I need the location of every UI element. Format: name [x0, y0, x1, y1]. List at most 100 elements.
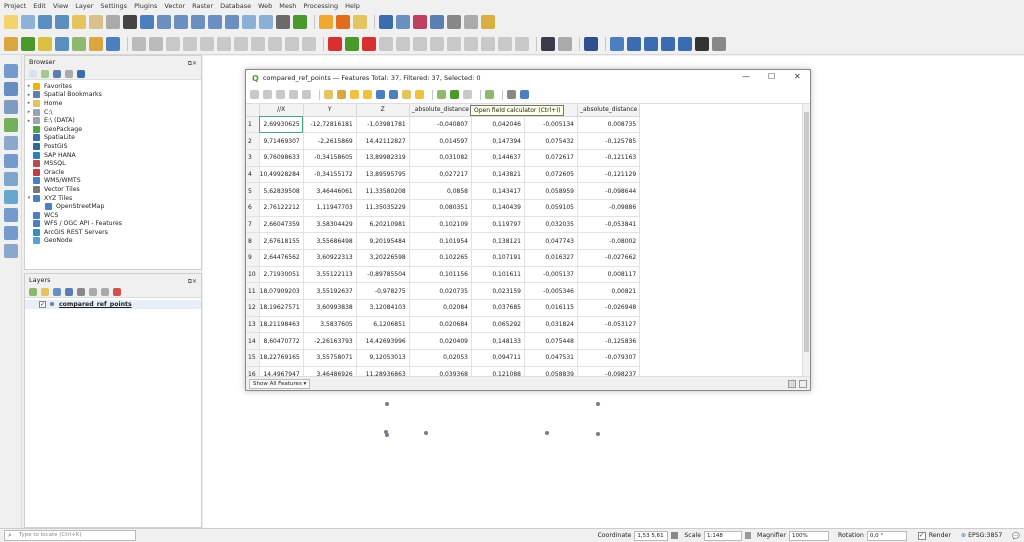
- table-cell[interactable]: 0,058959: [524, 182, 578, 200]
- menu-item[interactable]: Raster: [192, 2, 213, 10]
- table-cell[interactable]: 0,014597: [409, 132, 472, 150]
- add-layer-icon[interactable]: [4, 64, 18, 78]
- table-cell[interactable]: 0,042046: [471, 116, 525, 134]
- table-toolbar-icon[interactable]: [376, 90, 385, 99]
- messages-icon[interactable]: 💬: [1012, 532, 1020, 540]
- panel-close-icon[interactable]: ⧉✕: [188, 58, 197, 70]
- table-cell[interactable]: -0,005346: [524, 282, 578, 301]
- table-cell[interactable]: -12,72816181: [303, 116, 357, 134]
- table-cell[interactable]: 11,28936863: [356, 366, 410, 376]
- toolbar-button-icon[interactable]: [396, 15, 410, 29]
- table-toolbar-icon[interactable]: [402, 90, 411, 99]
- table-toolbar-icon[interactable]: [450, 90, 459, 99]
- table-cell[interactable]: 18,21198463: [259, 316, 304, 334]
- browser-item[interactable]: ▸ E:\ (DATA): [25, 116, 201, 125]
- table-cell[interactable]: 9,71469307: [259, 132, 304, 150]
- toolbar-button-icon[interactable]: [447, 36, 461, 51]
- table-cell[interactable]: -0,053127: [577, 316, 641, 334]
- toolbar-button-icon[interactable]: [447, 15, 461, 29]
- table-row[interactable]: 11 18,07909203 3,55192637 -0,978275 0,020735…: [246, 282, 641, 301]
- toolbar-button-icon[interactable]: [106, 36, 120, 51]
- toolbar-button-icon[interactable]: [38, 36, 52, 51]
- row-number[interactable]: 15: [246, 349, 260, 367]
- toolbar-button-icon[interactable]: [89, 36, 103, 51]
- table-cell[interactable]: -0,34158605: [303, 149, 357, 167]
- table-toolbar-icon[interactable]: [324, 90, 333, 99]
- table-cell[interactable]: 0,00821: [577, 282, 641, 301]
- table-cell[interactable]: 0,039368: [409, 366, 472, 376]
- expression-icon[interactable]: [77, 287, 85, 296]
- table-cell[interactable]: 3,5837605: [303, 316, 357, 334]
- table-cell[interactable]: 0,107191: [471, 249, 525, 267]
- locator-search-input[interactable]: Type to locate (Ctrl+K): [4, 530, 136, 541]
- table-cell[interactable]: 0,101611: [471, 266, 525, 284]
- toolbar-button-icon[interactable]: [464, 15, 478, 29]
- table-view-icon[interactable]: [788, 380, 796, 388]
- table-toolbar-icon[interactable]: [463, 90, 472, 99]
- table-toolbar-icon[interactable]: [263, 90, 272, 99]
- vertical-scrollbar[interactable]: [802, 104, 810, 376]
- table-row[interactable]: 14 8,60470772 -2,26163793 14,42693996 0,0204…: [246, 332, 641, 351]
- table-cell[interactable]: 0,037685: [471, 299, 525, 317]
- table-cell[interactable]: 0,008735: [577, 116, 641, 134]
- table-toolbar-icon[interactable]: [350, 90, 359, 99]
- table-cell[interactable]: 3,20226598: [356, 249, 410, 267]
- row-number[interactable]: 16: [246, 366, 260, 376]
- add-layer-icon[interactable]: [4, 244, 18, 258]
- table-cell[interactable]: 0,016327: [524, 249, 578, 267]
- toggle-extents-icon[interactable]: [671, 532, 679, 539]
- lock-scale-icon[interactable]: [745, 532, 752, 539]
- toolbar-button-icon[interactable]: [610, 36, 624, 51]
- table-cell[interactable]: 3,55192637: [303, 282, 357, 301]
- info-icon[interactable]: [77, 69, 85, 78]
- table-row[interactable]: 6 2,76122212 1,11947703 11,35035229 0,080351…: [246, 199, 641, 217]
- toolbar-button-icon[interactable]: [319, 15, 333, 29]
- table-cell[interactable]: 0,080351: [409, 199, 472, 217]
- toolbar-button-icon[interactable]: [4, 36, 18, 51]
- toolbar-button-icon[interactable]: [268, 36, 282, 51]
- toolbar-button-icon[interactable]: [191, 15, 205, 29]
- table-cell[interactable]: -1,03981781: [356, 116, 410, 134]
- toolbar-button-icon[interactable]: [661, 36, 675, 51]
- table-cell[interactable]: 0,016115: [524, 299, 578, 317]
- toolbar-button-icon[interactable]: [55, 36, 69, 51]
- browser-item[interactable]: ArcGIS REST Servers: [25, 228, 201, 237]
- browser-item[interactable]: OpenStreetMap: [25, 202, 201, 211]
- table-cell[interactable]: 10,49928284: [259, 166, 304, 184]
- row-number[interactable]: 11: [246, 282, 260, 301]
- toolbar-button-icon[interactable]: [498, 36, 512, 51]
- column-header[interactable]: _absolute_distance: [409, 104, 472, 117]
- browser-item[interactable]: Oracle: [25, 168, 201, 177]
- minimize-icon[interactable]: —: [742, 72, 750, 81]
- toolbar-button-icon[interactable]: [396, 36, 410, 51]
- table-cell[interactable]: 0,02084: [409, 299, 472, 317]
- expand-arrow-icon[interactable]: ▸: [25, 83, 33, 89]
- table-cell[interactable]: 0,059105: [524, 199, 578, 217]
- menu-item[interactable]: Database: [220, 2, 251, 10]
- table-cell[interactable]: 0,032035: [524, 216, 578, 234]
- table-cell[interactable]: 2,66047359: [259, 216, 304, 234]
- toolbar-button-icon[interactable]: [217, 36, 231, 51]
- table-cell[interactable]: 2,69930625: [259, 116, 304, 134]
- table-row[interactable]: 7 2,66047359 3,58304429 6,20210981 0,102109 0…: [246, 216, 641, 234]
- table-cell[interactable]: -0,125836: [577, 332, 641, 351]
- table-cell[interactable]: 13,89595795: [356, 166, 410, 184]
- collapse-icon[interactable]: [65, 69, 73, 78]
- toolbar-button-icon[interactable]: [293, 15, 307, 29]
- remove-layer-icon[interactable]: [113, 287, 121, 296]
- toolbar-button-icon[interactable]: [584, 36, 598, 51]
- table-cell[interactable]: 0,0858: [409, 182, 472, 200]
- toolbar-button-icon[interactable]: [379, 36, 393, 51]
- browser-item[interactable]: WFS / OGC API - Features: [25, 220, 201, 229]
- toolbar-button-icon[interactable]: [481, 15, 495, 29]
- table-cell[interactable]: 18,22769165: [259, 349, 304, 367]
- table-cell[interactable]: 3,46486926: [303, 366, 357, 376]
- table-cell[interactable]: 0,143821: [471, 166, 525, 184]
- crs-icon[interactable]: ⊕: [961, 532, 966, 539]
- table-toolbar-icon[interactable]: [302, 90, 311, 99]
- refresh-icon[interactable]: [41, 69, 49, 78]
- toolbar-button-icon[interactable]: [123, 15, 137, 29]
- table-row[interactable]: 3 9,76098633 -0,34158605 13,89982319 0,03108…: [246, 149, 641, 167]
- table-row[interactable]: 13 18,21198463 3,5837605 6,1206851 0,020684 0…: [246, 316, 641, 334]
- table-row[interactable]: 9 2,64476562 3,60922313 3,20226598 0,102265 0…: [246, 249, 641, 267]
